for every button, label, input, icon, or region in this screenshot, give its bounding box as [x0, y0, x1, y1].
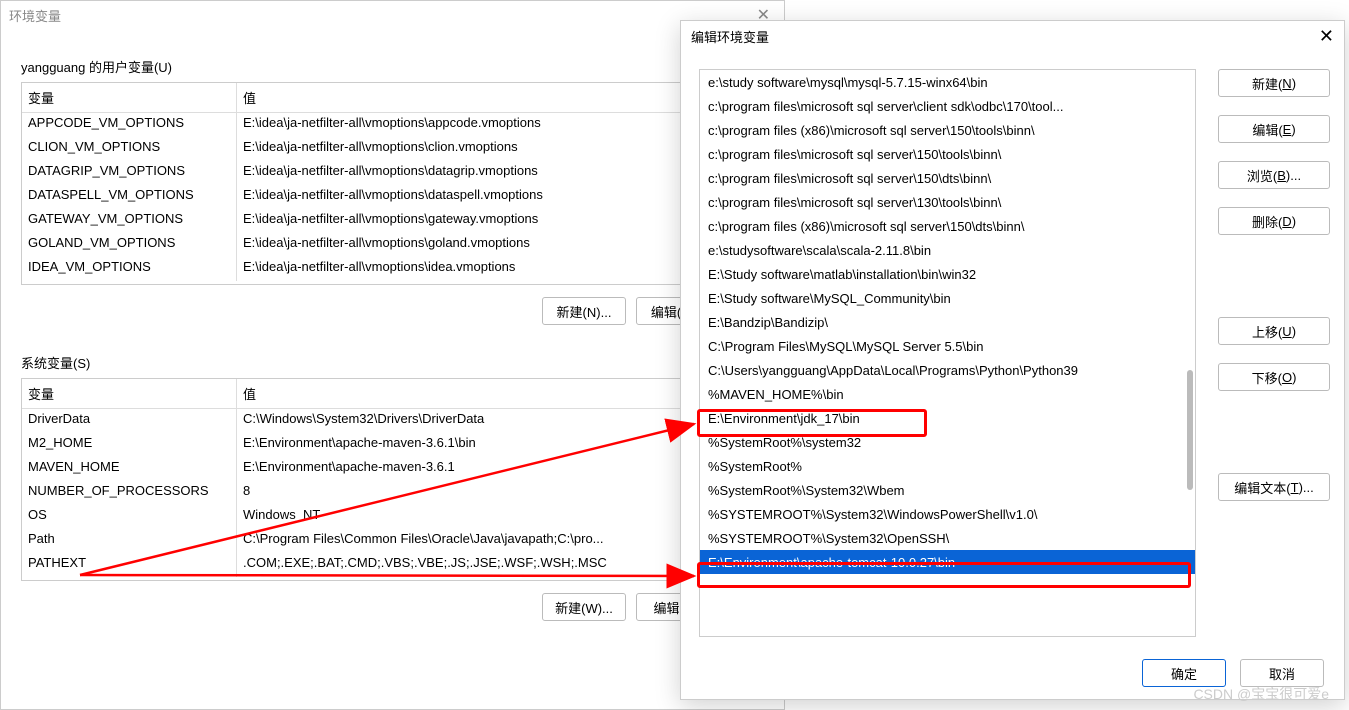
sys-vars-label: 系统变量(S)	[21, 353, 764, 372]
cancel-button[interactable]: 取消	[1240, 659, 1324, 687]
list-item[interactable]: C:\Program Files\MySQL\MySQL Server 5.5\…	[700, 334, 1195, 358]
var-name: M2_HOME	[22, 433, 237, 457]
var-name: DriverData	[22, 409, 237, 433]
list-item[interactable]: %SYSTEMROOT%\System32\WindowsPowerShell\…	[700, 502, 1195, 526]
edit-text-button[interactable]: 编辑文本(T)...	[1218, 473, 1330, 501]
list-item[interactable]: E:\Study software\MySQL_Community\bin	[700, 286, 1195, 310]
table-row[interactable]: PathC:\Program Files\Common Files\Oracle…	[22, 529, 763, 553]
new-user-var-button[interactable]: 新建(N)...	[542, 297, 626, 325]
var-name: GOLAND_VM_OPTIONS	[22, 233, 237, 257]
col-variable[interactable]: 变量	[22, 379, 237, 408]
list-item[interactable]: c:\program files\microsoft sql server\cl…	[700, 94, 1195, 118]
var-name: OS	[22, 505, 237, 529]
list-item[interactable]: %MAVEN_HOME%\bin	[700, 382, 1195, 406]
delete-path-button[interactable]: 删除(D)	[1218, 207, 1330, 235]
table-row[interactable]: GATEWAY_VM_OPTIONSE:\idea\ja-netfilter-a…	[22, 209, 763, 233]
table-row[interactable]: NUMBER_OF_PROCESSORS8	[22, 481, 763, 505]
user-vars-label: yangguang 的用户变量(U)	[21, 57, 764, 76]
table-header: 变量 值	[22, 83, 763, 113]
path-list[interactable]: e:\study software\mysql\mysql-5.7.15-win…	[699, 69, 1196, 637]
var-name: NUMBER_OF_PROCESSORS	[22, 481, 237, 505]
env-dialog-titlebar: 环境变量 ✕	[1, 1, 784, 29]
list-item[interactable]: c:\program files\microsoft sql server\13…	[700, 190, 1195, 214]
var-name: DATASPELL_VM_OPTIONS	[22, 185, 237, 209]
user-vars-table[interactable]: 变量 值 APPCODE_VM_OPTIONSE:\idea\ja-netfil…	[21, 82, 764, 285]
list-item[interactable]: E:\Bandzip\Bandizip\	[700, 310, 1195, 334]
var-name: PATHEXT	[22, 553, 237, 577]
list-item[interactable]: c:\program files (x86)\microsoft sql ser…	[700, 214, 1195, 238]
var-name: APPCODE_VM_OPTIONS	[22, 113, 237, 137]
annotation-box-jdk	[697, 409, 927, 437]
var-name: GATEWAY_VM_OPTIONS	[22, 209, 237, 233]
table-row[interactable]: APPCODE_VM_OPTIONSE:\idea\ja-netfilter-a…	[22, 113, 763, 137]
env-variables-dialog: 环境变量 ✕ yangguang 的用户变量(U) 变量 值 APPCODE_V…	[0, 0, 785, 710]
move-down-button[interactable]: 下移(O)	[1218, 363, 1330, 391]
env-dialog-title: 环境变量	[9, 6, 61, 25]
table-row[interactable]: IDEA_VM_OPTIONSE:\idea\ja-netfilter-all\…	[22, 257, 763, 281]
table-row[interactable]: PATHEXT.COM;.EXE;.BAT;.CMD;.VBS;.VBE;.JS…	[22, 553, 763, 577]
var-name: IDEA_VM_OPTIONS	[22, 257, 237, 281]
list-item[interactable]: %SystemRoot%	[700, 454, 1195, 478]
close-icon[interactable]: ✕	[1319, 26, 1334, 47]
table-row[interactable]: CLION_VM_OPTIONSE:\idea\ja-netfilter-all…	[22, 137, 763, 161]
list-item[interactable]: e:\studysoftware\scala\scala-2.11.8\bin	[700, 238, 1195, 262]
sys-vars-table[interactable]: 变量 值 DriverDataC:\Windows\System32\Drive…	[21, 378, 764, 581]
edit-env-var-dialog: 编辑环境变量 ✕ e:\study software\mysql\mysql-5…	[680, 20, 1345, 700]
table-row[interactable]: DriverDataC:\Windows\System32\Drivers\Dr…	[22, 409, 763, 433]
table-header: 变量 值	[22, 379, 763, 409]
var-name: CLION_VM_OPTIONS	[22, 137, 237, 161]
new-path-button[interactable]: 新建(N)	[1218, 69, 1330, 97]
var-name: DATAGRIP_VM_OPTIONS	[22, 161, 237, 185]
list-item[interactable]: c:\program files\microsoft sql server\15…	[700, 166, 1195, 190]
list-item[interactable]: e:\study software\mysql\mysql-5.7.15-win…	[700, 70, 1195, 94]
list-item[interactable]: c:\program files\microsoft sql server\15…	[700, 142, 1195, 166]
list-item[interactable]: C:\Users\yangguang\AppData\Local\Program…	[700, 358, 1195, 382]
table-row[interactable]: M2_HOMEE:\Environment\apache-maven-3.6.1…	[22, 433, 763, 457]
var-name: MAVEN_HOME	[22, 457, 237, 481]
edit-dialog-title: 编辑环境变量	[691, 27, 769, 46]
table-row[interactable]: DATASPELL_VM_OPTIONSE:\idea\ja-netfilter…	[22, 185, 763, 209]
table-row[interactable]: GOLAND_VM_OPTIONSE:\idea\ja-netfilter-al…	[22, 233, 763, 257]
table-row[interactable]: MAVEN_HOMEE:\Environment\apache-maven-3.…	[22, 457, 763, 481]
scrollbar-thumb[interactable]	[1187, 370, 1193, 490]
edit-dialog-titlebar: 编辑环境变量 ✕	[681, 21, 1344, 51]
new-sys-var-button[interactable]: 新建(W)...	[542, 593, 626, 621]
table-row[interactable]: DATAGRIP_VM_OPTIONSE:\idea\ja-netfilter-…	[22, 161, 763, 185]
browse-path-button[interactable]: 浏览(B)...	[1218, 161, 1330, 189]
col-variable[interactable]: 变量	[22, 83, 237, 112]
annotation-box-tomcat	[697, 562, 1191, 588]
table-row[interactable]: OSWindows_NT	[22, 505, 763, 529]
list-item[interactable]: E:\Study software\matlab\installation\bi…	[700, 262, 1195, 286]
move-up-button[interactable]: 上移(U)	[1218, 317, 1330, 345]
list-item[interactable]: c:\program files (x86)\microsoft sql ser…	[700, 118, 1195, 142]
var-name: Path	[22, 529, 237, 553]
ok-button[interactable]: 确定	[1142, 659, 1226, 687]
edit-path-button[interactable]: 编辑(E)	[1218, 115, 1330, 143]
list-item[interactable]: %SYSTEMROOT%\System32\OpenSSH\	[700, 526, 1195, 550]
list-item[interactable]: %SystemRoot%\System32\Wbem	[700, 478, 1195, 502]
